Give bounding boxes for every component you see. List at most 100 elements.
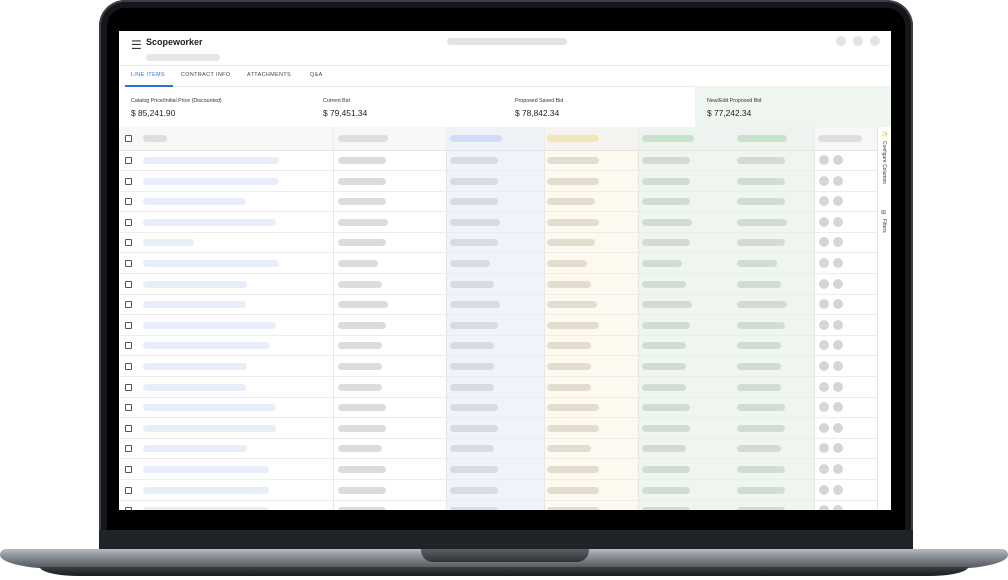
row-action-icon[interactable] xyxy=(833,319,843,330)
app-screen: ☰ Scopeworker LINE ITEMS CONTRACT INFO A… xyxy=(119,31,891,510)
row-checkbox[interactable] xyxy=(125,177,132,185)
row-checkbox[interactable] xyxy=(125,260,132,267)
row-action-icon[interactable] xyxy=(819,237,829,248)
item-name-placeholder xyxy=(143,321,276,329)
table-row[interactable] xyxy=(119,212,877,233)
row-checkbox[interactable] xyxy=(125,321,132,329)
tab-line-items[interactable]: LINE ITEMS xyxy=(131,72,165,78)
hamburger-icon[interactable]: ☰ xyxy=(131,38,142,52)
row-checkbox[interactable] xyxy=(125,280,132,288)
table-row[interactable] xyxy=(119,294,877,316)
table-row[interactable] xyxy=(119,438,877,460)
row-action-icon[interactable] xyxy=(833,464,843,474)
row-checkbox[interactable] xyxy=(125,363,132,370)
cell-placeholder xyxy=(737,198,785,206)
row-action-icon[interactable] xyxy=(833,402,843,413)
row-action-icon[interactable] xyxy=(819,299,829,310)
table-row[interactable] xyxy=(119,315,877,336)
filters-button[interactable]: Filters xyxy=(881,219,887,233)
cell-placeholder xyxy=(547,507,599,510)
row-action-icon[interactable] xyxy=(833,216,843,227)
table-row[interactable] xyxy=(119,377,877,398)
table-row[interactable] xyxy=(119,335,877,357)
row-checkbox[interactable] xyxy=(125,157,132,164)
row-action-icon[interactable] xyxy=(833,237,843,248)
item-name-placeholder xyxy=(143,177,279,185)
row-action-icon[interactable] xyxy=(833,443,843,454)
cell-placeholder xyxy=(450,383,494,391)
row-checkbox[interactable] xyxy=(125,466,132,473)
row-action-icon[interactable] xyxy=(833,381,843,392)
cell-placeholder xyxy=(737,466,785,473)
row-checkbox[interactable] xyxy=(125,424,132,432)
table-row[interactable] xyxy=(119,274,877,295)
row-action-icon[interactable] xyxy=(833,299,843,310)
row-action-icon[interactable] xyxy=(819,155,829,165)
window-button[interactable] xyxy=(870,36,880,46)
table-row[interactable] xyxy=(119,232,877,254)
select-all-checkbox[interactable] xyxy=(125,135,132,142)
row-action-icon[interactable] xyxy=(819,196,829,207)
row-action-icon[interactable] xyxy=(819,216,829,227)
table-row[interactable] xyxy=(119,253,877,274)
row-action-icon[interactable] xyxy=(819,464,829,474)
row-action-icon[interactable] xyxy=(819,422,829,433)
table-row[interactable] xyxy=(119,171,877,192)
row-action-icon[interactable] xyxy=(819,175,829,186)
cell-placeholder xyxy=(450,466,498,473)
row-action-icon[interactable] xyxy=(833,340,843,351)
row-checkbox[interactable] xyxy=(125,239,132,247)
row-checkbox[interactable] xyxy=(125,404,132,412)
row-action-icon[interactable] xyxy=(833,361,843,371)
row-checkbox[interactable] xyxy=(125,486,132,494)
row-action-icon[interactable] xyxy=(819,505,829,510)
row-checkbox[interactable] xyxy=(125,445,132,453)
row-action-icon[interactable] xyxy=(819,340,829,351)
row-checkbox[interactable] xyxy=(125,198,132,206)
table-row[interactable] xyxy=(119,191,877,213)
tab-contract-info[interactable]: CONTRACT INFO xyxy=(181,72,230,78)
row-action-icon[interactable] xyxy=(833,175,843,186)
cell-placeholder xyxy=(642,507,690,510)
table-row[interactable] xyxy=(119,459,877,480)
row-action-icon[interactable] xyxy=(833,484,843,495)
row-action-icon[interactable] xyxy=(833,505,843,510)
row-action-icon[interactable] xyxy=(819,258,829,268)
row-action-icon[interactable] xyxy=(833,155,843,165)
table-row[interactable] xyxy=(119,500,877,510)
row-action-icon[interactable] xyxy=(833,196,843,207)
table-row[interactable] xyxy=(119,356,877,377)
row-action-icon[interactable] xyxy=(819,278,829,289)
cell-placeholder xyxy=(338,198,386,206)
item-name-placeholder xyxy=(143,404,276,412)
row-action-icon[interactable] xyxy=(819,402,829,413)
tab-attachments[interactable]: ATTACHMENTS xyxy=(247,72,291,78)
row-action-icon[interactable] xyxy=(833,278,843,289)
window-button[interactable] xyxy=(853,36,863,46)
table-row[interactable] xyxy=(119,397,877,419)
cell-placeholder xyxy=(450,404,498,412)
row-action-icon[interactable] xyxy=(819,319,829,330)
cell-placeholder xyxy=(642,218,692,226)
row-action-icon[interactable] xyxy=(819,381,829,392)
tab-qa[interactable]: Q&A xyxy=(310,72,323,78)
row-checkbox[interactable] xyxy=(125,507,132,510)
row-checkbox[interactable] xyxy=(125,342,132,350)
row-action-icon[interactable] xyxy=(819,361,829,371)
window-button[interactable] xyxy=(836,36,846,46)
summary-label: New/Edit Proposed Bid xyxy=(707,98,762,104)
row-checkbox[interactable] xyxy=(125,383,132,391)
cell-placeholder xyxy=(547,198,595,206)
table-row[interactable] xyxy=(119,418,877,439)
cell-placeholder xyxy=(450,177,498,185)
configure-columns-button[interactable]: Configure Columns xyxy=(881,141,887,184)
cell-placeholder xyxy=(338,342,382,350)
row-action-icon[interactable] xyxy=(819,443,829,454)
row-checkbox[interactable] xyxy=(125,218,132,226)
row-action-icon[interactable] xyxy=(819,484,829,495)
table-row[interactable] xyxy=(119,150,877,171)
row-action-icon[interactable] xyxy=(833,422,843,433)
table-row[interactable] xyxy=(119,480,877,501)
row-checkbox[interactable] xyxy=(125,301,132,309)
row-action-icon[interactable] xyxy=(833,258,843,268)
